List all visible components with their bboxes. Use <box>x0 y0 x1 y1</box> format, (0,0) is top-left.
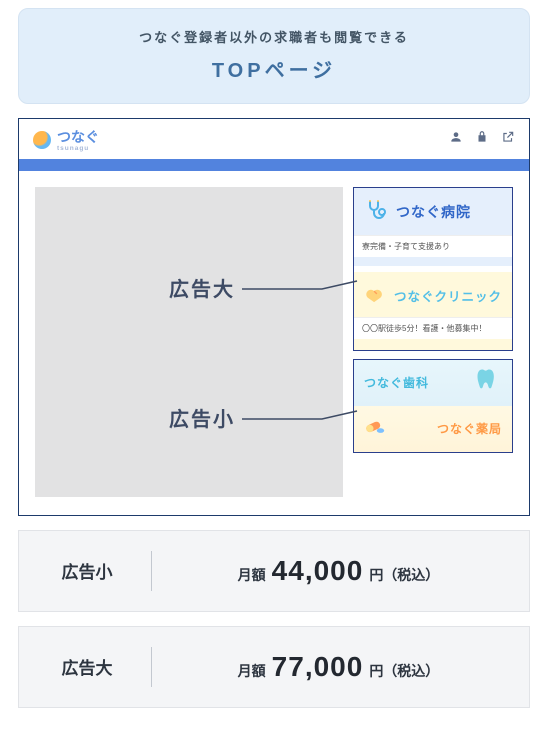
divider <box>151 551 152 591</box>
price-prefix: 月額 <box>238 661 266 681</box>
topbar: つなぐ tsunagu <box>19 119 529 159</box>
main-placeholder <box>35 187 343 497</box>
banner-title: TOPページ <box>35 54 513 83</box>
ad-large-box: つなぐ病院 寮完備・子育て支援あり つなぐクリニック 〇〇駅徒歩5分！看護・他募… <box>353 187 513 351</box>
ad-large-1-footer: 寮完備・子育て支援あり <box>354 235 512 257</box>
price-small-label: 広告小 <box>47 558 127 583</box>
divider <box>151 647 152 687</box>
handshake-icon <box>364 282 386 309</box>
logo-main: つなぐ <box>57 129 99 145</box>
user-icon[interactable] <box>449 130 463 149</box>
price-prefix: 月額 <box>238 565 266 585</box>
ad-small-card-2[interactable]: つなぐ薬局 <box>354 406 512 452</box>
price-suffix: 円（税込） <box>369 565 439 585</box>
logo-mark-icon <box>33 131 51 149</box>
logo: つなぐ tsunagu <box>33 127 99 153</box>
price-amount: 44,000 <box>272 555 364 587</box>
ad-small-1-title: つなぐ歯科 <box>364 374 429 391</box>
price-large-value: 月額 77,000 円（税込） <box>176 651 501 683</box>
blue-bar <box>19 159 529 171</box>
content-area: つなぐ病院 寮完備・子育て支援あり つなぐクリニック 〇〇駅徒歩5分！看護・他募… <box>19 171 529 515</box>
price-row-large: 広告大 月額 77,000 円（税込） <box>18 626 530 708</box>
ad-large-2-title: つなぐクリニック <box>394 286 502 305</box>
callout-large: 広告大 <box>169 273 235 302</box>
ad-small-box: つなぐ歯科 つなぐ薬局 <box>353 359 513 453</box>
logo-text: つなぐ tsunagu <box>57 127 99 153</box>
ad-small-card-1[interactable]: つなぐ歯科 <box>354 360 512 406</box>
tooth-icon <box>474 366 502 399</box>
external-icon[interactable] <box>501 130 515 149</box>
title-banner: つなぐ登録者以外の求職者も閲覧できる TOPページ <box>18 8 530 104</box>
ad-large-card-2[interactable]: つなぐクリニック 〇〇駅徒歩5分！看護・他募集中！ <box>354 272 512 350</box>
lock-icon[interactable] <box>475 130 489 149</box>
price-amount: 77,000 <box>272 651 364 683</box>
ad-large-2-footer: 〇〇駅徒歩5分！看護・他募集中！ <box>354 317 512 339</box>
price-large-label: 広告大 <box>47 654 127 679</box>
ad-large-card-1[interactable]: つなぐ病院 寮完備・子育て支援あり <box>354 188 512 266</box>
browser-mock: つなぐ tsunagu <box>18 118 530 516</box>
ad-small-2-title: つなぐ薬局 <box>437 420 502 437</box>
price-suffix: 円（税込） <box>369 661 439 681</box>
logo-sub: tsunagu <box>57 146 99 153</box>
price-row-small: 広告小 月額 44,000 円（税込） <box>18 530 530 612</box>
callout-small: 広告小 <box>169 403 235 432</box>
banner-subtitle: つなぐ登録者以外の求職者も閲覧できる <box>35 27 513 46</box>
price-small-value: 月額 44,000 円（税込） <box>176 555 501 587</box>
pill-icon <box>364 415 386 442</box>
stethoscope-icon <box>364 198 388 227</box>
header-icons <box>449 130 515 149</box>
side-column: つなぐ病院 寮完備・子育て支援あり つなぐクリニック 〇〇駅徒歩5分！看護・他募… <box>353 187 513 497</box>
ad-large-1-title: つなぐ病院 <box>396 202 471 222</box>
